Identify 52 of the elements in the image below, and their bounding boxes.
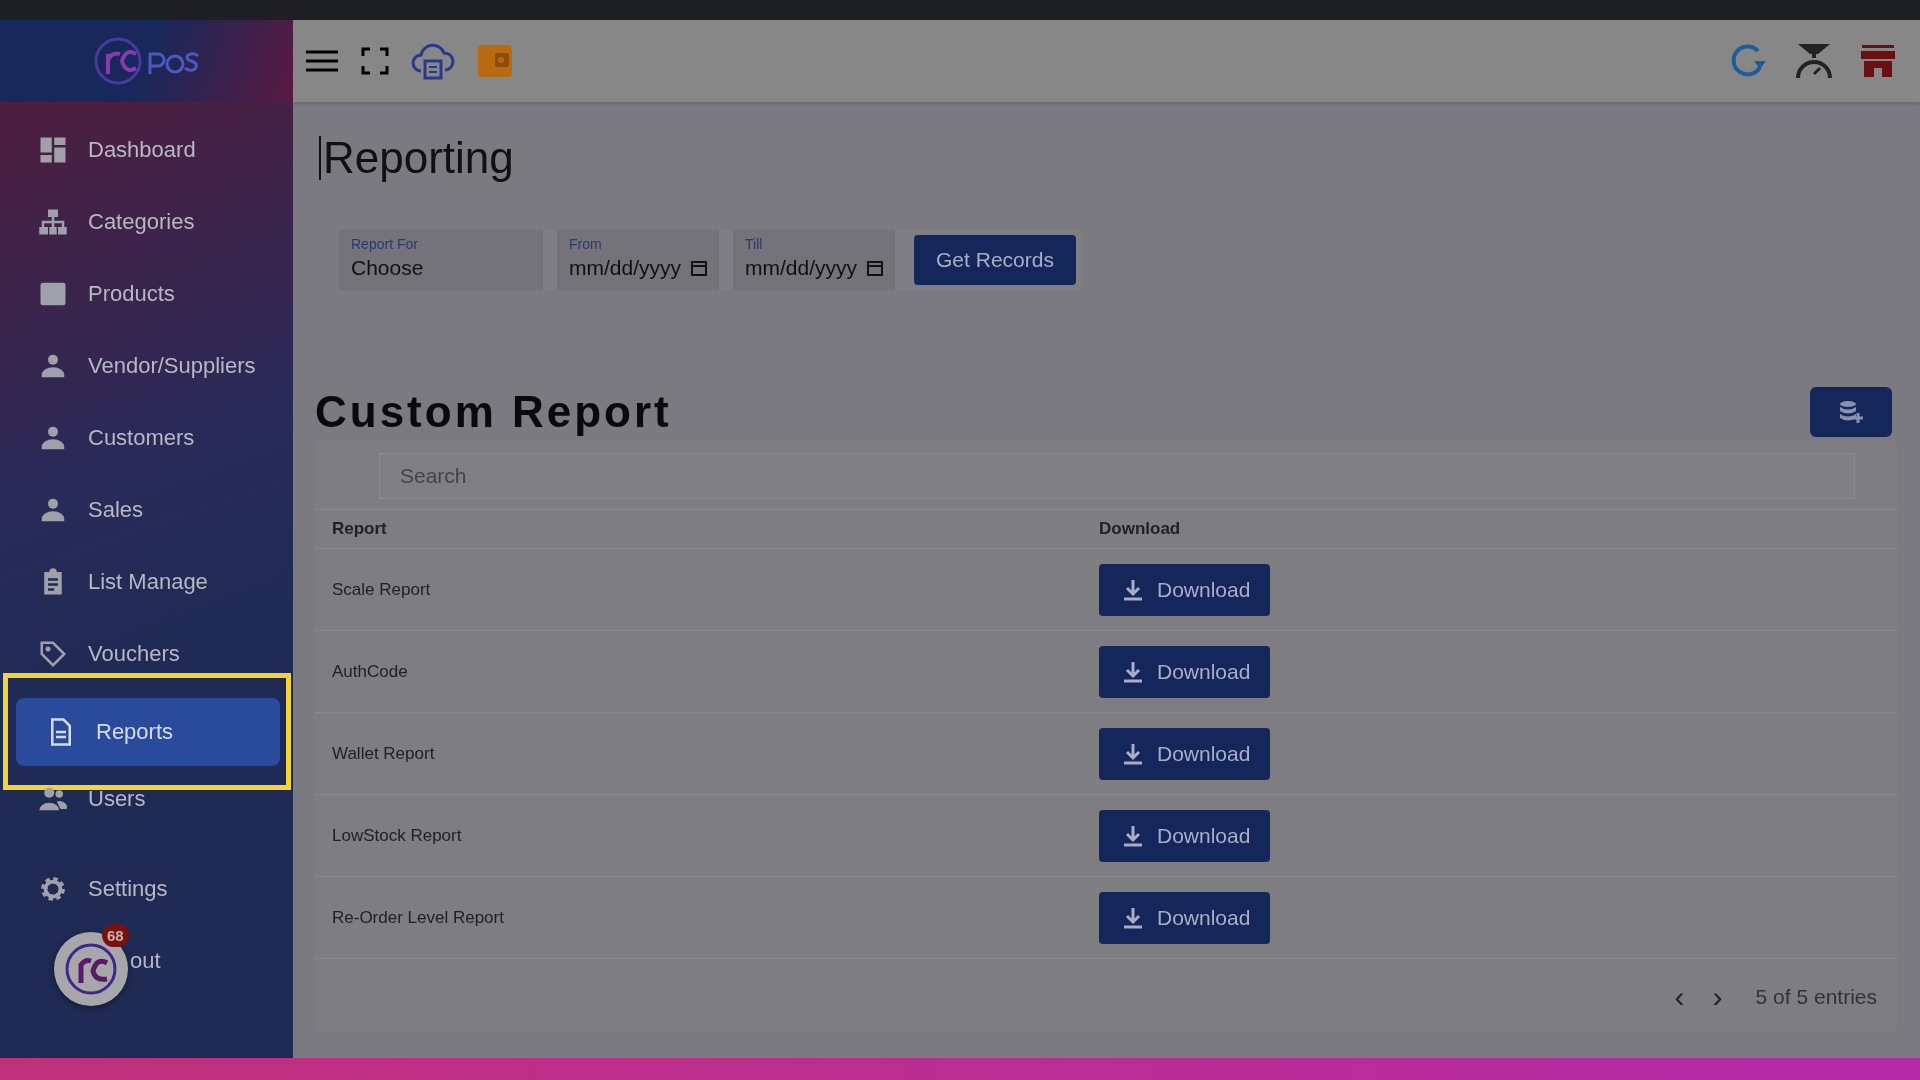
sidebar-item[interactable]: Customers xyxy=(8,404,287,472)
date-field[interactable]: From mm/dd/yyyy xyxy=(557,230,719,290)
download-icon xyxy=(1123,660,1143,683)
sidebar-item[interactable]: Sales xyxy=(8,476,287,544)
column-header: Report xyxy=(332,519,388,539)
sidebar-item[interactable]: Vouchers xyxy=(8,620,287,688)
section-title: Custom Report xyxy=(315,387,672,437)
menu-icon[interactable] xyxy=(305,49,339,73)
table-cell-text: LowStock Report xyxy=(332,825,463,846)
calendar-icon xyxy=(867,260,884,276)
next-page-button[interactable]: › xyxy=(1703,981,1732,1013)
sidebar-item[interactable]: List Manage xyxy=(8,548,287,616)
sidebar-item[interactable]: Vendor/Suppliers xyxy=(8,332,287,400)
table-cell-text: Wallet Report xyxy=(332,743,436,764)
get-records-button[interactable]: Get Records xyxy=(914,235,1076,285)
table-cell-text: Re-Order Level Report xyxy=(332,907,505,928)
download-icon xyxy=(1123,742,1143,765)
hierarchy-icon xyxy=(38,207,68,237)
download-button[interactable]: Download xyxy=(1099,727,1271,780)
column-header: Download xyxy=(1099,519,1181,539)
fullscreen-icon[interactable] xyxy=(361,47,389,75)
sidebar-item[interactable]: Settings xyxy=(8,855,287,923)
calendar-icon xyxy=(691,260,707,276)
entries-count: 5 of 5 entries xyxy=(1755,985,1877,1009)
sidebar-item[interactable]: Dashboard xyxy=(8,116,287,184)
download-icon xyxy=(1123,906,1143,929)
table-cell-text: AuthCode xyxy=(332,661,409,682)
sidebar-item[interactable]: Categories xyxy=(8,188,287,256)
select-field[interactable]: Report For Choose xyxy=(339,230,543,290)
tag-icon xyxy=(38,639,68,669)
cloud-printer-icon[interactable] xyxy=(411,41,455,81)
download-icon xyxy=(1123,824,1143,847)
sidebar-item[interactable]: Users xyxy=(8,765,287,833)
sidebar-item[interactable]: out xyxy=(130,948,161,974)
sidebar-item[interactable]: Products xyxy=(8,260,287,328)
database-add-icon xyxy=(1838,399,1864,425)
settings-icon xyxy=(38,874,68,904)
scale-icon[interactable] xyxy=(1794,42,1834,80)
download-button[interactable]: Download xyxy=(1099,891,1271,944)
store-icon[interactable] xyxy=(1860,44,1896,78)
add-database-button[interactable] xyxy=(1810,387,1892,437)
download-button[interactable]: Download xyxy=(1099,809,1271,862)
page-title: Reporting xyxy=(319,136,1897,180)
download-button[interactable]: Download xyxy=(1099,563,1271,616)
download-button[interactable]: Download xyxy=(1099,645,1271,698)
download-icon xyxy=(1123,578,1143,601)
grid-icon xyxy=(38,135,68,165)
search-field[interactable]: Search xyxy=(379,453,1855,499)
date-field[interactable]: Till mm/dd/yyyy xyxy=(733,230,896,290)
sidebar-item[interactable]: Reports xyxy=(16,697,280,766)
table-cell-text: Scale Report xyxy=(332,579,432,600)
previous-page-button[interactable]: ‹ xyxy=(1665,981,1694,1013)
